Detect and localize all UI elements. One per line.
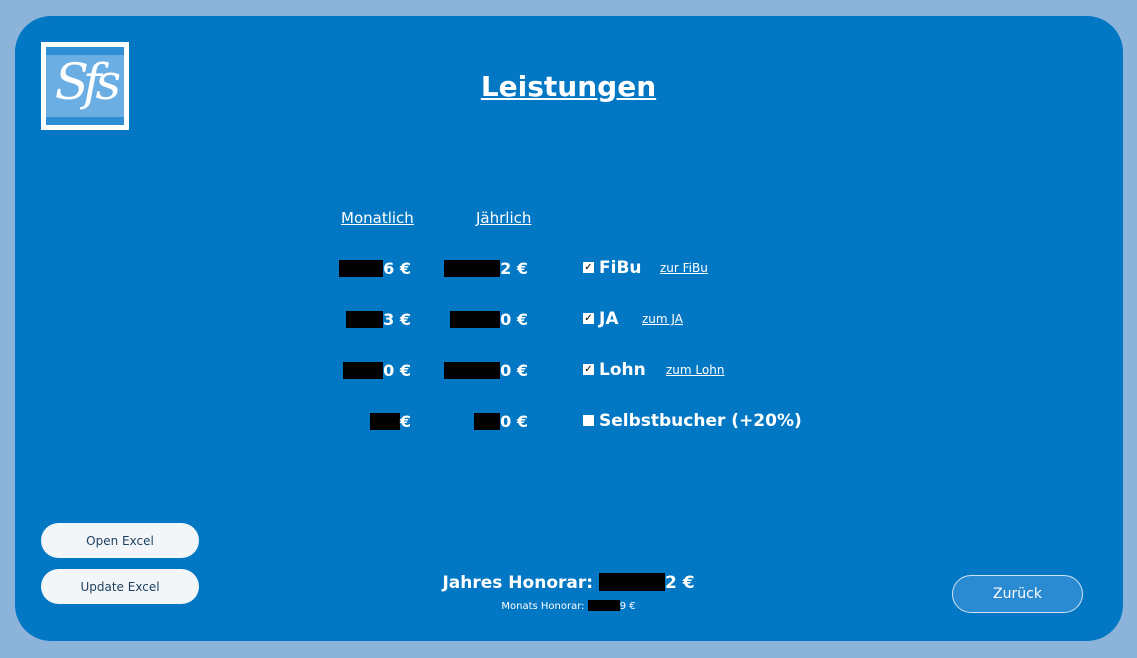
fibu-monthly-amount: 6 €: [339, 259, 411, 278]
column-header-yearly: Jährlich: [476, 209, 532, 227]
lohn-link[interactable]: zum Lohn: [666, 363, 724, 377]
lohn-checkbox[interactable]: ✓: [583, 364, 594, 375]
ja-yearly-amount: 0 €: [450, 310, 528, 329]
back-button[interactable]: Zurück: [952, 575, 1083, 613]
selbstbucher-monthly-amount: €: [369, 412, 411, 431]
selbstbucher-label: Selbstbucher (+20%): [599, 411, 802, 431]
selbstbucher-yearly-amount: 0 €: [474, 412, 528, 431]
ja-monthly-amount: 3 €: [346, 310, 411, 329]
ja-link[interactable]: zum JA: [642, 312, 683, 326]
fibu-yearly-amount: 2 €: [444, 259, 528, 278]
fibu-label: FiBu: [599, 258, 642, 278]
page-title: Leistungen: [480, 70, 657, 103]
fibu-link[interactable]: zur FiBu: [660, 261, 708, 275]
lohn-label: Lohn: [599, 360, 646, 380]
lohn-yearly-amount: 0 €: [444, 361, 528, 380]
ja-checkbox[interactable]: ✓: [583, 313, 594, 324]
lohn-monthly-amount: 0 €: [343, 361, 411, 380]
ja-label: JA: [599, 309, 619, 329]
selbstbucher-checkbox[interactable]: [583, 415, 594, 426]
column-header-monthly: Monatlich: [341, 209, 414, 227]
fibu-checkbox[interactable]: ✓: [583, 262, 594, 273]
open-excel-button[interactable]: Open Excel: [41, 523, 199, 558]
